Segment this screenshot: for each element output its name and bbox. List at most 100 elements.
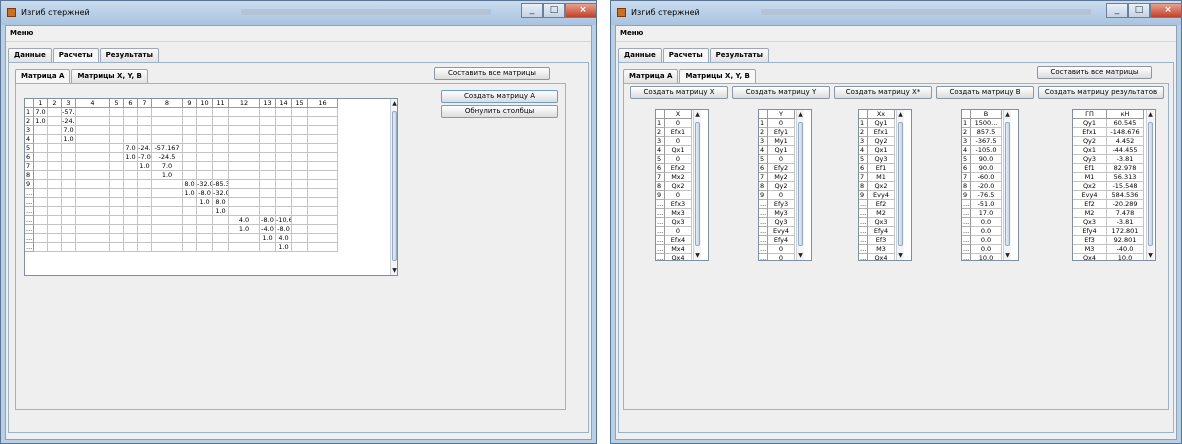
matrix-cell[interactable]: Qx3 [665, 218, 692, 227]
matrix-cell[interactable] [138, 243, 152, 252]
matrix-cell[interactable]: -8.0 [197, 189, 213, 198]
matrix-cell[interactable] [48, 117, 62, 126]
matrix-cell[interactable]: -10.6 [276, 216, 292, 225]
matrix-cell[interactable] [197, 207, 213, 216]
matrix-cell[interactable]: Qx2 [665, 182, 692, 191]
matrix-cell[interactable] [260, 171, 276, 180]
result-name-cell[interactable]: Qx1 [1073, 146, 1107, 155]
matrix-cell[interactable] [152, 126, 183, 135]
matrix-cell[interactable]: M3 [868, 245, 895, 254]
matrix-cell[interactable] [34, 171, 48, 180]
matrix-cell[interactable] [76, 171, 110, 180]
matrix-cell[interactable] [213, 216, 229, 225]
matrix-cell[interactable] [124, 135, 138, 144]
matrix-cell[interactable] [76, 216, 110, 225]
matrix-cell[interactable]: Qy2 [868, 137, 895, 146]
matrix-cell[interactable]: Evy4 [768, 227, 795, 236]
matrix-cell[interactable] [260, 189, 276, 198]
matrix-cell[interactable] [48, 135, 62, 144]
matrix-cell[interactable] [62, 162, 76, 171]
matrix-cell[interactable] [138, 225, 152, 234]
matrix-cell[interactable] [276, 126, 292, 135]
matrix-cell[interactable]: Ef3 [868, 236, 895, 245]
matrix-cell[interactable] [229, 162, 260, 171]
matrix-cell[interactable]: -367.5 [971, 137, 1002, 146]
matrix-cell[interactable]: 90.0 [971, 164, 1002, 173]
matrix-cell[interactable] [308, 198, 338, 207]
scroll-thumb[interactable] [392, 111, 397, 261]
matrix-cell[interactable] [260, 126, 276, 135]
matrix-cell[interactable]: -51.0 [971, 200, 1002, 209]
matrix-cell[interactable] [110, 189, 124, 198]
matrix-cell[interactable] [183, 225, 197, 234]
result-value-cell[interactable]: 56.313 [1107, 173, 1144, 182]
matrix-cell[interactable] [124, 117, 138, 126]
matrix-cell[interactable]: 1.0 [197, 198, 213, 207]
matrix-cell[interactable] [276, 198, 292, 207]
zero-columns-button[interactable]: Обнулить столбцы [441, 105, 558, 118]
result-name-cell[interactable]: M2 [1073, 209, 1107, 218]
matrix-cell[interactable]: My2 [768, 173, 795, 182]
matrix-cell[interactable]: 8.0 [183, 180, 197, 189]
matrix-cell[interactable] [260, 117, 276, 126]
matrix-cell[interactable] [260, 153, 276, 162]
result-name-cell[interactable]: Qx2 [1073, 182, 1107, 191]
matrix-cell[interactable] [229, 207, 260, 216]
matrix-cell[interactable] [110, 198, 124, 207]
matrix-cell[interactable] [62, 216, 76, 225]
matrix-cell[interactable] [308, 180, 338, 189]
result-value-cell[interactable]: 10.0 [1107, 254, 1144, 260]
matrix-cell[interactable] [138, 117, 152, 126]
matrix-cell[interactable] [110, 153, 124, 162]
matrix-cell[interactable]: 1.0 [183, 189, 197, 198]
tab-results[interactable]: Результаты [99, 48, 159, 62]
matrix-cell[interactable] [76, 234, 110, 243]
result-value-cell[interactable]: -148.676 [1107, 128, 1144, 137]
matrix-cell[interactable] [197, 234, 213, 243]
scroll-down-icon[interactable]: ▼ [391, 266, 397, 275]
matrix-x-table[interactable]: X 1 0 2 Efx1 3 0 4 Qx1 5 0 6 Efx2 7 Mx2 8 Qx2 9 0... Efx3..… [655, 109, 709, 261]
matrix-cell[interactable] [183, 135, 197, 144]
matrix-cell[interactable]: 90.0 [971, 155, 1002, 164]
subtab-matrices-xyb[interactable]: Матрицы X, Y, B [71, 69, 148, 83]
matrix-cell[interactable] [308, 162, 338, 171]
create-matrix-x-button[interactable]: Создать матрицу X [630, 86, 728, 99]
matrix-cell[interactable] [110, 144, 124, 153]
matrix-cell[interactable] [276, 144, 292, 153]
matrix-cell[interactable] [34, 162, 48, 171]
matrix-cell[interactable] [292, 135, 308, 144]
result-name-cell[interactable]: Qy3 [1073, 155, 1107, 164]
matrix-cell[interactable] [260, 180, 276, 189]
matrix-cell[interactable] [229, 117, 260, 126]
matrix-cell[interactable]: Mx2 [665, 173, 692, 182]
matrix-cell[interactable]: Efy4 [868, 227, 895, 236]
matrix-cell[interactable] [34, 207, 48, 216]
matrix-cell[interactable] [183, 126, 197, 135]
matrix-cell[interactable]: Qy1 [768, 146, 795, 155]
matrix-cell[interactable] [152, 135, 183, 144]
matrix-cell[interactable] [260, 135, 276, 144]
matrix-cell[interactable] [48, 216, 62, 225]
matrix-cell[interactable] [292, 162, 308, 171]
scroll-down-icon[interactable]: ▼ [1147, 251, 1154, 260]
matrix-cell[interactable] [183, 207, 197, 216]
subtab-matrices-xyb[interactable]: Матрицы X, Y, B [679, 69, 756, 84]
matrix-cell[interactable]: M2 [868, 209, 895, 218]
matrix-cell[interactable] [124, 243, 138, 252]
result-value-cell[interactable]: 4.452 [1107, 137, 1144, 146]
matrix-cell[interactable]: Qy2 [768, 182, 795, 191]
matrix-cell[interactable]: 0 [768, 254, 795, 260]
matrix-cell[interactable]: 0.0 [971, 245, 1002, 254]
matrix-cell[interactable] [48, 162, 62, 171]
scroll-up-icon[interactable]: ▲ [897, 110, 904, 119]
matrix-cell[interactable] [76, 117, 110, 126]
result-name-cell[interactable]: Efx1 [1073, 128, 1107, 137]
matrix-cell[interactable] [34, 243, 48, 252]
matrix-cell[interactable] [276, 162, 292, 171]
matrix-cell[interactable] [213, 234, 229, 243]
title-bar[interactable]: Изгиб стержней _ □ × [1, 1, 596, 25]
matrix-cell[interactable] [138, 126, 152, 135]
tab-calculations[interactable]: Расчеты [52, 48, 99, 63]
matrix-cell[interactable]: -20.0 [971, 182, 1002, 191]
matrix-cell[interactable] [138, 180, 152, 189]
